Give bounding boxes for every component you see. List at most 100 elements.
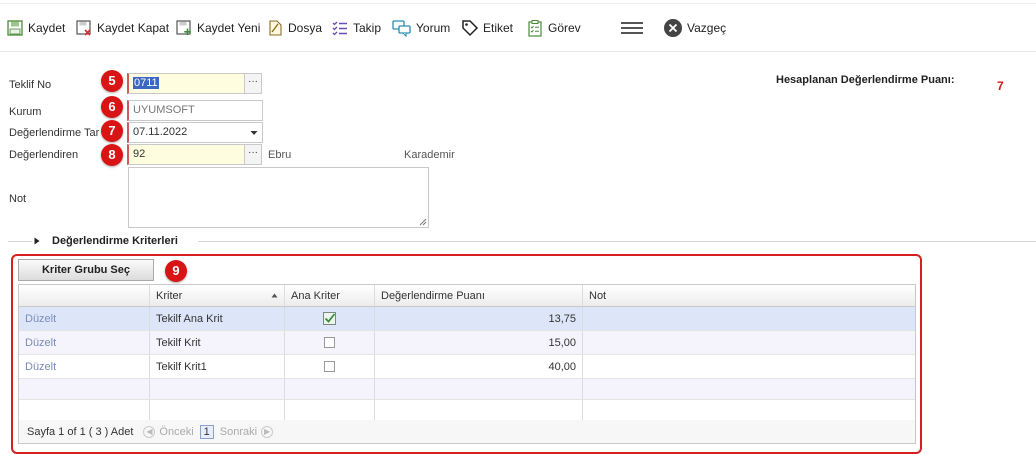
main-criteria-cell <box>285 355 375 378</box>
unchecked-checkbox[interactable] <box>324 361 335 372</box>
comment-button[interactable]: Yorum <box>392 16 450 40</box>
save-button[interactable]: Kaydet <box>6 16 65 40</box>
empty-cell <box>375 400 583 420</box>
page-info: Sayfa 1 of 1 ( 3 ) Adet <box>27 425 134 438</box>
score-cell: 40,00 <box>375 355 583 378</box>
section-title[interactable]: Değerlendirme Kriterleri <box>52 235 178 247</box>
menu-button[interactable] <box>620 16 644 40</box>
follow-label: Takip <box>353 21 382 35</box>
note-cell <box>583 307 915 330</box>
offer-no-input[interactable]: 0711 <box>127 73 245 94</box>
section-divider-right <box>198 241 1036 242</box>
cancel-label: Vazgeç <box>687 21 727 35</box>
save-new-label: Kaydet Yeni <box>197 21 261 35</box>
save-icon <box>7 20 23 36</box>
top-divider <box>0 3 1036 4</box>
evaluation-date-input[interactable]: 07.11.2022 <box>127 122 263 143</box>
institution-input[interactable]: UYUMSOFT <box>127 100 263 121</box>
checked-checkbox-icon[interactable] <box>323 312 336 325</box>
empty-cell <box>150 379 285 399</box>
comment-label: Yorum <box>416 21 451 35</box>
save-close-button[interactable]: Kaydet Kapat <box>75 16 169 40</box>
prev-arrow-icon[interactable]: ◀ <box>143 425 156 438</box>
sort-asc-icon <box>271 293 278 298</box>
note-textarea[interactable] <box>128 167 429 228</box>
close-circle-icon <box>664 19 682 37</box>
empty-cell <box>285 400 375 420</box>
criteria-cell: Tekilf Ana Krit <box>150 307 285 330</box>
evaluator-first-name: Ebru <box>268 149 292 161</box>
empty-cell <box>150 400 285 420</box>
chevron-down-icon[interactable] <box>250 130 258 136</box>
score-cell: 15,00 <box>375 331 583 354</box>
step-badge-7: 7 <box>101 120 123 142</box>
cancel-button[interactable]: Vazgeç <box>663 16 726 40</box>
header-action <box>19 285 150 306</box>
file-button[interactable]: Dosya <box>266 16 322 40</box>
caret-right-icon[interactable] <box>34 237 40 245</box>
evaluator-lookup-button[interactable]: ··· <box>244 144 262 165</box>
save-close-label: Kaydet Kapat <box>97 21 170 35</box>
main-criteria-cell <box>285 307 375 330</box>
save-close-icon <box>76 20 91 36</box>
empty-cell <box>583 379 915 399</box>
task-button[interactable]: Görev <box>526 16 581 40</box>
evaluator-value: 92 <box>133 148 146 160</box>
note-cell <box>583 331 915 354</box>
note-cell <box>583 355 915 378</box>
empty-cell <box>19 400 150 420</box>
header-criteria-label: Kriter <box>156 289 183 302</box>
checklist-icon <box>332 21 347 36</box>
tag-button[interactable]: Etiket <box>461 16 513 40</box>
save-new-icon <box>176 20 191 35</box>
header-criteria[interactable]: Kriter <box>150 285 285 306</box>
empty-cell <box>583 400 915 420</box>
page-number-button[interactable]: 1 <box>199 424 214 439</box>
unchecked-checkbox[interactable] <box>324 337 335 348</box>
follow-button[interactable]: Takip <box>331 16 381 40</box>
note-label: Not <box>9 193 27 205</box>
table-row[interactable]: Düzelt Tekilf Ana Krit 13,75 <box>19 307 915 331</box>
empty-row <box>19 379 915 400</box>
tag-label: Etiket <box>483 21 514 35</box>
clipboard-task-icon <box>528 20 542 37</box>
hamburger-menu-icon <box>621 22 643 34</box>
edit-link[interactable]: Düzelt <box>19 307 150 330</box>
file-attach-icon <box>269 20 282 36</box>
toolbar: Kaydet Kaydet Kapat Kaydet Yeni Dosya Ta… <box>0 0 1036 52</box>
select-criteria-group-button[interactable]: Kriter Grubu Seç <box>18 259 154 281</box>
section-divider-left <box>8 241 32 242</box>
header-score[interactable]: Değerlendirme Puanı <box>375 285 583 306</box>
grid-header-row: Kriter Ana Kriter Değerlendirme Puanı No… <box>19 285 915 307</box>
evaluator-label: Değerlendiren <box>9 149 79 161</box>
header-note[interactable]: Not <box>583 285 915 306</box>
table-row[interactable]: Düzelt Tekilf Krit 15,00 <box>19 331 915 355</box>
empty-cell <box>285 379 375 399</box>
edit-link[interactable]: Düzelt <box>19 331 150 354</box>
next-page-button[interactable]: Sonraki <box>220 426 257 438</box>
resize-handle-icon[interactable] <box>419 218 427 226</box>
edit-link[interactable]: Düzelt <box>19 355 150 378</box>
step-badge-5: 5 <box>101 70 123 92</box>
criteria-grid: Kriter Ana Kriter Değerlendirme Puanı No… <box>18 284 916 421</box>
offer-no-lookup-button[interactable]: ··· <box>244 73 262 94</box>
institution-label: Kurum <box>9 106 42 118</box>
prev-page-button[interactable]: Önceki <box>159 426 193 438</box>
criteria-cell: Tekilf Krit <box>150 331 285 354</box>
pagination-bar: Sayfa 1 of 1 ( 3 ) Adet ◀ Önceki 1 Sonra… <box>18 420 916 444</box>
empty-row <box>19 400 915 420</box>
evaluator-last-name: Karademir <box>404 149 455 161</box>
step-badge-8: 8 <box>101 144 123 166</box>
offer-no-value: 0711 <box>133 77 159 89</box>
step-badge-9: 9 <box>165 260 187 282</box>
task-label: Görev <box>548 21 581 35</box>
save-new-button[interactable]: Kaydet Yeni <box>175 16 260 40</box>
offer-no-label: Teklif No <box>9 79 52 91</box>
header-main-criteria[interactable]: Ana Kriter <box>285 285 375 306</box>
evaluator-input[interactable]: 92 <box>127 144 245 165</box>
table-row[interactable]: Düzelt Tekilf Krit1 40,00 <box>19 355 915 379</box>
next-arrow-icon[interactable]: ▶ <box>261 425 274 438</box>
save-label: Kaydet <box>28 21 66 35</box>
score-label: Hesaplanan Değerlendirme Puanı: <box>776 74 955 86</box>
evaluation-date-label: Değerlendirme Tar <box>9 127 100 139</box>
